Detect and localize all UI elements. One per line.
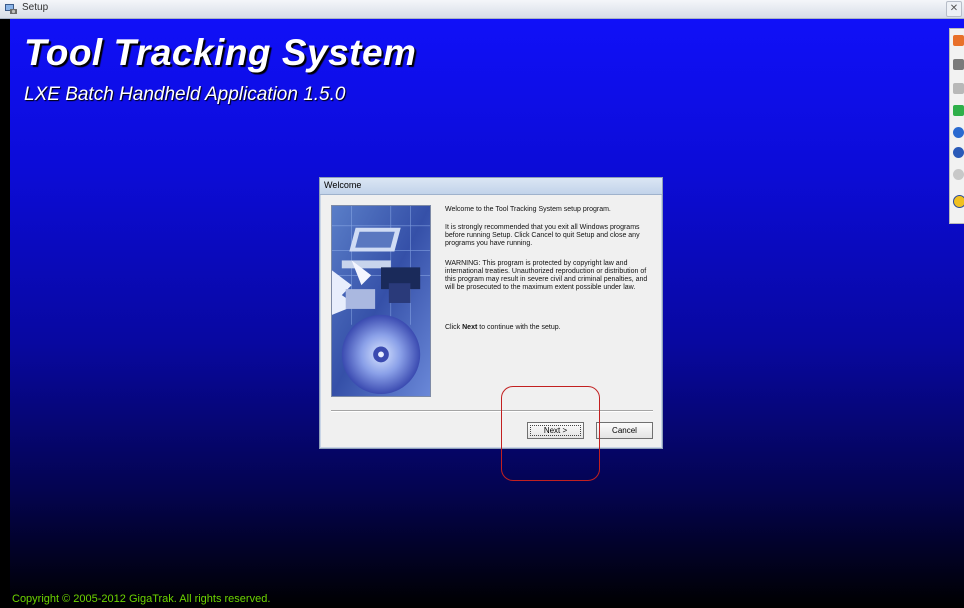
welcome-dialog: Welcome Welcome to the Tool Tracking Sys… <box>319 177 663 449</box>
gray-icon[interactable] <box>953 169 964 180</box>
welcome-text: Welcome to the Tool Tracking System setu… <box>445 206 611 213</box>
window-titlebar: Setup ✕ <box>0 0 964 19</box>
highlight-annotation <box>501 386 600 481</box>
cancel-button[interactable]: Cancel <box>596 422 653 439</box>
dialog-title: Welcome <box>324 180 362 190</box>
dialog-separator <box>331 410 653 412</box>
setup-app-icon <box>5 4 17 14</box>
continue-text: Click Next to continue with the setup. <box>445 324 653 332</box>
window-title: Setup <box>22 2 49 13</box>
continue-prefix: Click <box>445 324 463 331</box>
continue-suffix: to continue with the setup. <box>477 324 561 331</box>
dialog-titlebar: Welcome <box>320 178 662 195</box>
blue-icon[interactable] <box>953 147 964 158</box>
side-toolbar <box>949 28 964 224</box>
green-icon[interactable] <box>953 105 964 116</box>
product-title: Tool Tracking System <box>24 32 417 73</box>
continue-next-word: Next <box>462 324 478 331</box>
warning-text: WARNING: This program is protected by co… <box>445 260 648 291</box>
orange-icon[interactable] <box>953 35 964 46</box>
recommend-text: It is strongly recommended that you exit… <box>445 224 640 247</box>
copyright-text: Copyright © 2005-2012 GigaTrak. All righ… <box>12 593 271 605</box>
setup-wizard-image <box>331 205 431 397</box>
left-edge <box>0 19 10 608</box>
gray-icon[interactable] <box>953 83 964 94</box>
yellow-icon[interactable] <box>953 195 964 208</box>
gray-icon[interactable] <box>953 59 964 70</box>
window-close-button[interactable]: ✕ <box>946 1 962 17</box>
blue-icon[interactable] <box>953 127 964 138</box>
product-subtitle: LXE Batch Handheld Application 1.5.0 <box>24 84 346 105</box>
